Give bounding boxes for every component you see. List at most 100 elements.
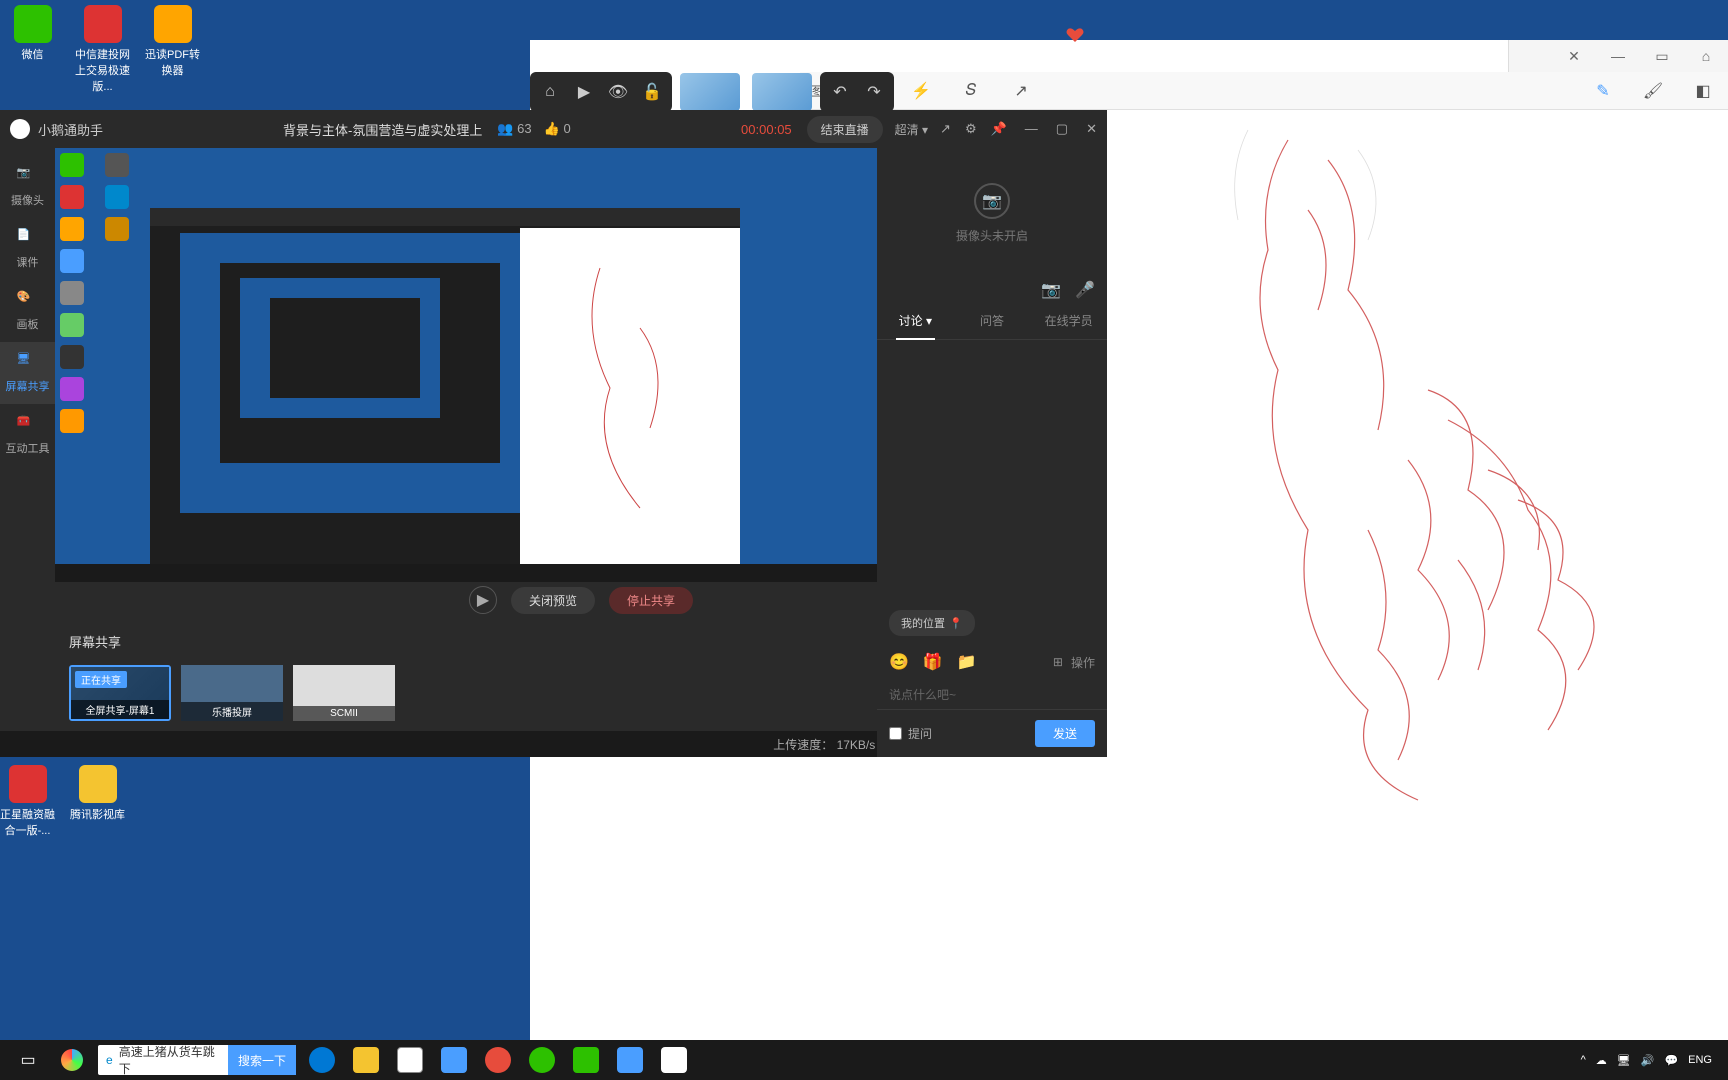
pencil-icon[interactable]: ✎	[1588, 76, 1618, 106]
pin-icon[interactable]: 📌	[991, 121, 1007, 137]
tab-students[interactable]: 在线学员	[1030, 302, 1107, 339]
settings-icon[interactable]: ⚙	[965, 121, 977, 137]
close-preview-button[interactable]: 关闭预览	[511, 587, 595, 614]
share-thumb-lebo[interactable]: 乐播投屏	[181, 665, 283, 721]
maximize-icon[interactable]: ▭	[1640, 40, 1684, 72]
tab-qa[interactable]: 问答	[954, 302, 1031, 339]
preview-thumb-1[interactable]	[680, 73, 740, 111]
mic-toggle-icon[interactable]: 🎤	[1075, 280, 1095, 300]
lock-icon[interactable]: 🔓	[636, 76, 668, 108]
preview-thumb-2[interactable]	[752, 73, 812, 111]
folder-icon[interactable]: 📁	[957, 652, 977, 672]
sidebar-item-tools[interactable]: 🧰互动工具	[0, 404, 55, 466]
tray-monitor-icon[interactable]: 🖥	[1617, 1054, 1631, 1067]
course-title: 背景与主体-氛围营造与虚实处理上	[283, 120, 482, 139]
chat-messages	[877, 340, 1107, 602]
search-button[interactable]: 搜索一下	[228, 1045, 296, 1075]
app-icon-5[interactable]	[608, 1040, 652, 1080]
eraser-icon[interactable]: ◧	[1688, 76, 1718, 106]
share-thumb-fullscreen[interactable]: 正在共享 全屏共享-屏幕1	[69, 665, 171, 721]
app-icon-3[interactable]	[520, 1040, 564, 1080]
stream-timer: 00:00:05	[741, 122, 792, 137]
send-button[interactable]: 发送	[1035, 720, 1095, 747]
s-icon[interactable]: 𝑆	[956, 76, 986, 106]
app-logo-icon	[10, 119, 30, 139]
taskbar-search[interactable]: e高速上猪从货车跳下 搜索一下	[98, 1045, 296, 1075]
share-icon[interactable]: ↗	[940, 121, 951, 137]
camera-toggle-icon[interactable]: 📷	[1041, 280, 1061, 300]
edge-icon[interactable]	[300, 1040, 344, 1080]
share-thumb-scmii[interactable]: SCMII	[293, 665, 395, 721]
app-icon-2[interactable]	[476, 1040, 520, 1080]
desktop-icons-row1: 微信 中信建投网上交易极速版... 迅读PDF转换器	[5, 5, 200, 94]
eye-icon[interactable]: 👁	[602, 76, 634, 108]
share-label: 屏幕共享	[69, 632, 121, 651]
drawing-toolbar: 图库 🔧 ⚡ 𝑆 ↗ ✎ 🖌 ◧	[800, 72, 1728, 110]
tray-cloud-icon[interactable]: ☁	[1596, 1054, 1607, 1067]
grid-icon[interactable]: ⊞	[1053, 655, 1063, 669]
desktop-icon-pdf[interactable]: 迅读PDF转换器	[145, 5, 200, 94]
stream-sidebar: 📷摄像头 📄课件 🎨画板 🖥屏幕共享 🧰互动工具	[0, 148, 55, 731]
home-icon[interactable]: ⌂	[534, 76, 566, 108]
quality-selector[interactable]: 超清 ▾	[895, 121, 928, 138]
likes-icon: 👍 0	[544, 121, 571, 137]
question-checkbox[interactable]: 提问	[889, 725, 932, 742]
maximize-icon[interactable]: ▢	[1056, 121, 1068, 137]
tray-chevron-icon[interactable]: ^	[1581, 1054, 1586, 1066]
play-icon[interactable]: ▶	[568, 76, 600, 108]
sidebar-item-camera[interactable]: 📷摄像头	[0, 156, 55, 218]
floating-toolbar: ⌂ ▶ 👁 🔓 ↶ ↷	[530, 72, 894, 112]
prev-icon[interactable]: ▶	[469, 586, 497, 614]
sidebar-item-screenshare[interactable]: 🖥屏幕共享	[0, 342, 55, 404]
minimize-icon[interactable]: —	[1025, 121, 1038, 137]
sketch-artwork	[1108, 110, 1728, 810]
undo-icon[interactable]: ↶	[824, 76, 856, 108]
app-icon-1[interactable]	[432, 1040, 476, 1080]
explorer-icon[interactable]	[344, 1040, 388, 1080]
arrow-icon[interactable]: ↗	[1006, 76, 1036, 106]
search-e-icon: e	[106, 1053, 113, 1067]
restore-icon[interactable]: ⌂	[1684, 40, 1728, 72]
stream-header: 小鹅通助手 背景与主体-氛围营造与虚实处理上 👥 63 👍 0 00:00:05…	[0, 110, 1107, 148]
sidebar-item-courseware[interactable]: 📄课件	[0, 218, 55, 280]
sidebar-item-whiteboard[interactable]: 🎨画板	[0, 280, 55, 342]
minimize-icon[interactable]: —	[1596, 40, 1640, 72]
redo-icon[interactable]: ↷	[858, 76, 890, 108]
chat-input[interactable]: 说点什么吧~	[877, 680, 1107, 709]
camera-preview: 📷 摄像头未开启	[877, 148, 1107, 278]
task-view-icon[interactable]: ▭	[6, 1040, 50, 1080]
drawing-canvas[interactable]	[1110, 110, 1728, 1080]
desktop-icon-finance[interactable]: 正星融资融合一版-...	[0, 765, 55, 838]
desktop-icon-video[interactable]: 腾讯影视库	[70, 765, 125, 838]
heart-icon	[1065, 25, 1085, 45]
tray-notif-icon[interactable]: 💬	[1664, 1054, 1678, 1067]
camera-off-icon: 📷	[974, 183, 1010, 219]
gift-icon[interactable]: 🎁	[923, 652, 943, 672]
stop-share-button[interactable]: 停止共享	[609, 587, 693, 614]
lightning-icon[interactable]: ⚡	[906, 76, 936, 106]
viewers-icon: 👥 63	[497, 121, 531, 137]
windows-taskbar: ▭ e高速上猪从货车跳下 搜索一下 ^ ☁ 🖥 🔊 💬 ENG	[0, 1040, 1728, 1080]
stream-stats: 👥 63 👍 0	[497, 121, 570, 137]
chat-panel: 📷 摄像头未开启 📷 🎤 讨论 ▾ 问答 在线学员 我的位置 📍 😊 🎁 📁 ⊞…	[877, 148, 1107, 757]
desktop-icon-wechat[interactable]: 微信	[5, 5, 60, 94]
store-icon[interactable]	[388, 1040, 432, 1080]
close-icon[interactable]: ✕	[1086, 121, 1097, 137]
tab-discussion[interactable]: 讨论 ▾	[877, 302, 954, 339]
brush-icon[interactable]: 🖌	[1638, 76, 1668, 106]
tray-volume-icon[interactable]: 🔊	[1641, 1054, 1655, 1067]
app-icon-6[interactable]	[652, 1040, 696, 1080]
close-icon[interactable]: ✕	[1552, 40, 1596, 72]
start-icon[interactable]	[50, 1040, 94, 1080]
drawing-titlebar: ✕ — ▭ ⌂	[1508, 40, 1728, 72]
desktop-icon-citic[interactable]: 中信建投网上交易极速版...	[75, 5, 130, 94]
app-name: 小鹅通助手	[38, 120, 103, 139]
end-stream-button[interactable]: 结束直播	[807, 116, 883, 143]
upload-speed: 上传速度： 17KB/s	[773, 736, 875, 753]
emoji-icon[interactable]: 😊	[889, 652, 909, 672]
app-icon-4[interactable]	[564, 1040, 608, 1080]
ops-label[interactable]: 操作	[1071, 654, 1095, 671]
location-pill[interactable]: 我的位置 📍	[889, 610, 975, 636]
tray-lang[interactable]: ENG	[1688, 1054, 1712, 1066]
chat-tabs: 讨论 ▾ 问答 在线学员	[877, 302, 1107, 340]
